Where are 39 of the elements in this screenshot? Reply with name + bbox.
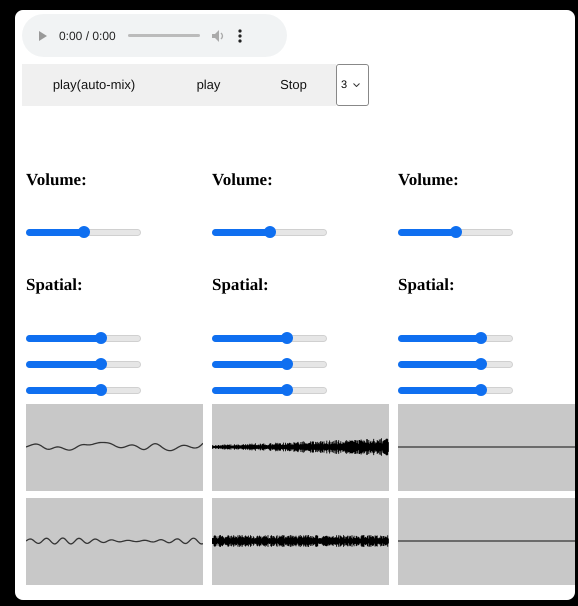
- spatial-slider[interactable]: [212, 332, 327, 344]
- slider-thumb[interactable]: [474, 384, 487, 396]
- spatial-slider[interactable]: [26, 332, 141, 344]
- audio-player[interactable]: 0:00 / 0:00: [22, 14, 287, 57]
- spatial-slider[interactable]: [398, 358, 513, 370]
- chevron-down-icon: [353, 83, 360, 87]
- volume-slider[interactable]: [212, 226, 327, 238]
- spatial-slider[interactable]: [26, 384, 141, 396]
- play-icon[interactable]: [39, 30, 47, 40]
- slider-thumb[interactable]: [94, 384, 107, 396]
- slider-thumb[interactable]: [280, 358, 293, 370]
- volume-label: Volume:: [212, 170, 274, 190]
- volume-label: Volume:: [398, 170, 460, 190]
- spatial-slider[interactable]: [398, 332, 513, 344]
- slider-thumb[interactable]: [264, 226, 276, 238]
- button[interactable]: play(auto-mix): [22, 64, 166, 106]
- slider-thumb[interactable]: [78, 226, 90, 238]
- more-icon[interactable]: [238, 28, 242, 42]
- slider-thumb[interactable]: [474, 358, 487, 370]
- spatial-label: Spatial:: [212, 275, 270, 295]
- number-select[interactable]: 3: [336, 64, 369, 106]
- spatial-slider[interactable]: [398, 384, 513, 396]
- spatial-slider[interactable]: [26, 358, 141, 370]
- spatial-label: Spatial:: [398, 275, 456, 295]
- volume-label: Volume:: [26, 170, 88, 190]
- slider-thumb[interactable]: [280, 384, 293, 396]
- button[interactable]: Stop: [251, 64, 336, 106]
- slider-thumb[interactable]: [450, 226, 462, 238]
- spatial-label: Spatial:: [26, 275, 84, 295]
- spatial-slider[interactable]: [212, 358, 327, 370]
- button[interactable]: play: [166, 64, 251, 106]
- slider-thumb[interactable]: [94, 358, 107, 370]
- time-display: 0:00 / 0:00: [59, 28, 116, 44]
- slider-thumb[interactable]: [94, 332, 107, 344]
- spatial-slider[interactable]: [212, 384, 327, 396]
- slider-thumb[interactable]: [280, 332, 293, 344]
- volume-slider[interactable]: [26, 226, 141, 238]
- volume-slider[interactable]: [398, 226, 513, 238]
- slider-thumb[interactable]: [474, 332, 487, 344]
